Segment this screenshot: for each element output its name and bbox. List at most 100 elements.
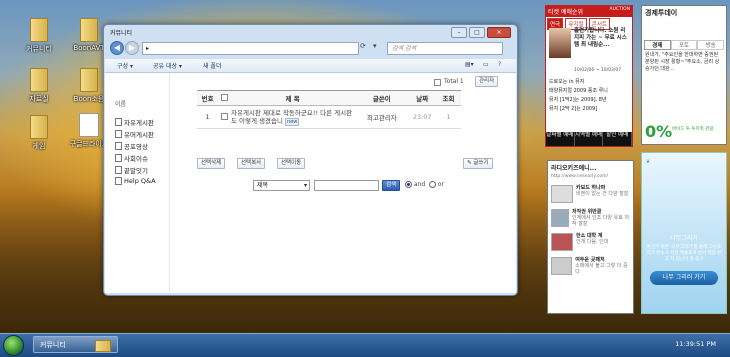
select-all-checkbox[interactable]: [220, 93, 228, 101]
list-item[interactable]: 드로오는 in 뮤지: [549, 78, 629, 87]
list-item[interactable]: 카보드 하나파 비엔이 없는 건 다양 잘잘: [551, 185, 630, 203]
taskbar-item-explorer[interactable]: 커뮤니티: [33, 336, 118, 353]
forward-arrow-icon[interactable]: ▶: [125, 41, 139, 55]
radio-or[interactable]: or: [429, 181, 444, 188]
radio-selected[interactable]: [405, 181, 412, 188]
sidebar-item-free-board[interactable]: 자유게시판: [115, 117, 154, 127]
ticket-date-range: 10/02/06 ~ 10/03/07: [574, 68, 622, 73]
column-header-title: 제 목: [229, 90, 356, 106]
address-row: ◀ ▶ ▸ ⟳ ▾ 검색 검색: [108, 40, 513, 57]
news-gadget-title: 경제투데이: [645, 9, 678, 17]
address-bar[interactable]: ▸: [142, 42, 359, 55]
select-all-checkbox-top[interactable]: [434, 79, 441, 88]
leaf-icon: ❦: [646, 159, 651, 165]
share-menu[interactable]: 공유 대상 ▾: [153, 61, 182, 70]
row-checkbox[interactable]: [220, 112, 228, 120]
search-field-select[interactable]: 제목 ▾: [253, 180, 310, 191]
posts-table: 번호 제 목 글쓴이 날짜 조회 1 자유게시판 제대로 작동하군요!! 다른 …: [197, 90, 461, 129]
ticket-bottom-bar: 날짜별 예매 지역별 예매 할인 예매: [546, 132, 633, 146]
table-row[interactable]: 1 자유게시판 제대로 작동하군요!! 다른 게시판도 이렇게 생겼습니 new…: [197, 105, 461, 129]
move-selected-button[interactable]: 선택이동: [277, 158, 306, 169]
tab-photo[interactable]: 포토: [670, 40, 698, 50]
table-header-row: 번호 제 목 글쓴이 날짜 조회: [197, 90, 461, 106]
desktop-icon-label: 자료실: [29, 95, 49, 103]
copy-selected-button[interactable]: 선택복사: [237, 158, 266, 169]
desktop-icon-label: 게임: [32, 142, 46, 150]
discount-button[interactable]: 할인 예매: [603, 132, 633, 146]
auction-logo: AUCTION: [609, 7, 631, 12]
row-checkbox-cell: [218, 105, 230, 129]
new-folder-button[interactable]: 새 폴더: [203, 61, 221, 70]
maximize-button[interactable]: □: [469, 27, 485, 38]
news-body[interactable]: 원내가, "주요인을 한대하면 증권된 분양된 시장 활황~"주요소, 금리 상…: [645, 52, 723, 73]
refresh-icon[interactable]: ⟳: [360, 42, 366, 50]
back-arrow-icon[interactable]: ◀: [110, 41, 124, 55]
list-item[interactable]: 뮤지 [2막 2]는 2009]: [549, 105, 629, 114]
desktop-icon-archive[interactable]: 자료실: [14, 68, 64, 104]
button-label: 선택이동: [281, 160, 302, 166]
folder-icon: [30, 115, 48, 139]
sidebar-item-humor-board[interactable]: 유머게시판: [115, 129, 154, 139]
radio-list: 카보드 하나파 비엔이 없는 건 다양 잘잘 저작권 위반클 인계에서 인조 다양 …: [551, 185, 630, 275]
window-caption-buttons: – □ ✕: [451, 27, 511, 38]
radio-unselected[interactable]: [429, 181, 436, 188]
radio-gadget-title: 라디오키즈에니...: [551, 165, 597, 172]
organize-menu[interactable]: 구성 ▾: [117, 61, 133, 70]
tab-broadcast[interactable]: 방송: [697, 40, 725, 50]
start-button[interactable]: [3, 335, 24, 356]
sidebar-item-label: 사회이슈: [124, 155, 148, 163]
item-desc: 소매에서 불고 그렇 더 중다: [575, 263, 628, 275]
search-input[interactable]: 검색 검색: [387, 42, 503, 55]
sidebar-item-horror-video[interactable]: 공포영상: [115, 141, 148, 151]
command-toolbar: 구성 ▾ 공유 대상 ▾ 새 폴더 ▤▾ ▭ ?: [105, 59, 516, 73]
list-item[interactable]: 여두운 곳패처 소매에서 불고 그렇 더 중다: [551, 257, 630, 275]
desktop-icon-community[interactable]: 커뮤니티: [14, 18, 64, 54]
sidebar-item-label: Help Q&A: [124, 177, 156, 185]
taskbar-item-label: 커뮤니티: [40, 341, 66, 349]
ticket-headline[interactable]: 홈런가합니다. 소원 리지피 가는 ~ 무료 시스템 최 내림순...: [574, 28, 629, 49]
clock[interactable]: 11:39:51 PM: [675, 340, 716, 348]
board-search-input[interactable]: [314, 180, 379, 191]
document-icon: [115, 142, 122, 150]
close-button[interactable]: ✕: [487, 27, 511, 38]
radio-label: or: [437, 181, 445, 188]
tab-economy[interactable]: 경제: [644, 40, 671, 50]
preview-pane-icon[interactable]: ▭: [483, 61, 489, 68]
by-region-button[interactable]: 지역별 예매: [575, 132, 604, 146]
document-icon: [115, 166, 122, 174]
list-item[interactable]: 뮤지 [1막2]는 2009], 8년: [549, 96, 629, 105]
item-desc: 인계에서 인조 다양 유효 저작 잘잘: [572, 215, 629, 227]
help-icon[interactable]: ?: [498, 61, 501, 68]
sidebar-item-help-qa[interactable]: Help Q&A: [115, 177, 156, 185]
radio-and[interactable]: and: [405, 181, 425, 188]
minimize-button[interactable]: –: [451, 27, 467, 38]
dropdown-arrow-icon[interactable]: ▾: [373, 42, 377, 50]
document-icon: [115, 154, 122, 162]
search-button[interactable]: 검색: [382, 180, 401, 191]
view-options-icon[interactable]: ▤▾: [465, 61, 474, 68]
desktop-icon-games[interactable]: 게임: [14, 115, 64, 151]
sidebar-item-label: 공포영상: [124, 143, 148, 151]
poster-thumbnail[interactable]: [549, 28, 571, 58]
checkbox[interactable]: [434, 79, 441, 86]
list-item[interactable]: 저작권 위반클 인계에서 인조 다양 유효 저작 잘잘: [551, 209, 630, 227]
radio-gadget-url[interactable]: http://www.nesearly.com/: [548, 174, 633, 179]
select-value: 제목: [257, 182, 269, 189]
list-item[interactable]: 한소 대학 계 인개 다음, 인대: [551, 233, 630, 251]
delete-selected-button[interactable]: 선택삭제: [197, 158, 226, 169]
by-date-button[interactable]: 날짜별 예매: [546, 132, 575, 146]
sidebar-item-label: 끝말잇기: [124, 167, 148, 175]
thumbnail: [551, 257, 573, 275]
row-author[interactable]: 최고관리자: [355, 105, 409, 129]
total-count: Total 1: [444, 78, 464, 85]
thumbnail: [551, 185, 573, 203]
sidebar-item-word-chain[interactable]: 끝말잇기: [115, 165, 148, 175]
row-date: 23:07: [408, 105, 436, 129]
sidebar-item-social-issues[interactable]: 사회이슈: [115, 153, 148, 163]
document-icon: [115, 130, 122, 138]
admin-button[interactable]: 관리자: [475, 76, 499, 87]
row-title-cell[interactable]: 자유게시판 제대로 작동하군요!! 다른 게시판도 이렇게 생겼습니 new: [229, 105, 356, 129]
write-button[interactable]: ✎ 글쓰기: [463, 158, 493, 169]
draw-tree-button[interactable]: 나무 그리러 가기: [650, 271, 718, 285]
list-item[interactable]: 태양뮤지컬 2009 풍조 루니: [549, 87, 629, 96]
